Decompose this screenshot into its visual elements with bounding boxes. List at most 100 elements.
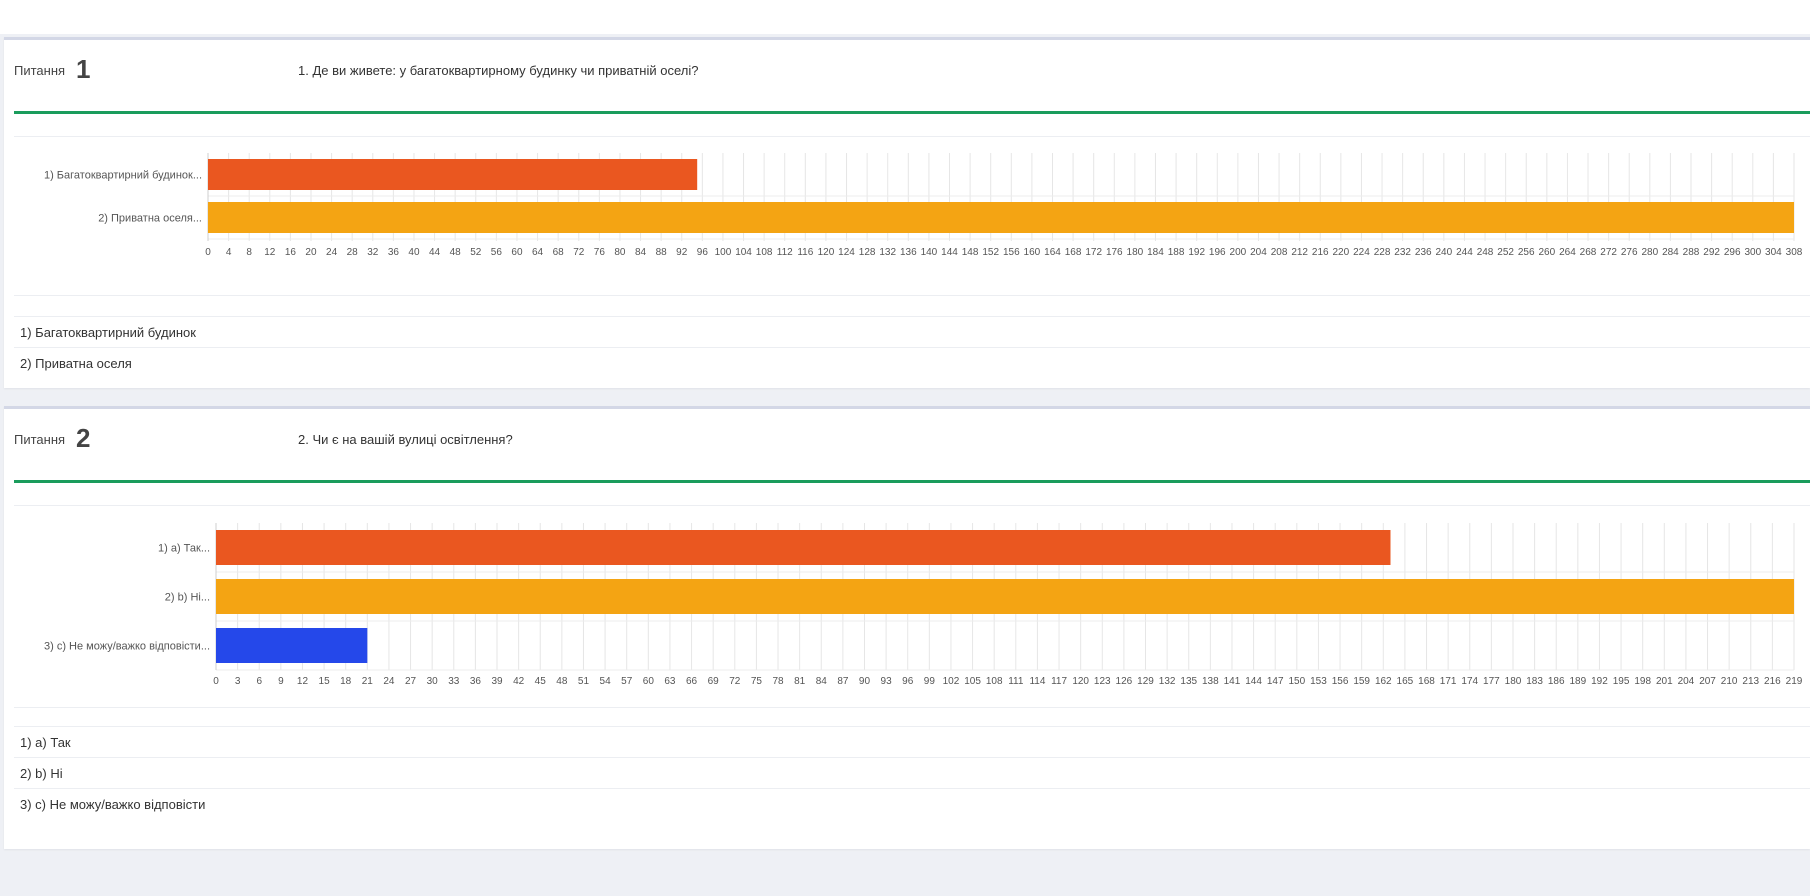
x-tick-label: 204 (1250, 247, 1267, 258)
question-number: 1 (76, 54, 91, 84)
x-tick-label: 123 (1094, 676, 1111, 687)
answer-label: 2) Приватна оселя (20, 356, 132, 371)
answer-row: 2) Приватна оселя (14, 347, 1810, 378)
answer-label: 1) a) Так (20, 735, 71, 750)
x-tick-label: 236 (1415, 247, 1432, 258)
x-tick-label: 252 (1497, 247, 1514, 258)
x-tick-label: 186 (1548, 676, 1565, 687)
x-tick-label: 96 (697, 247, 709, 258)
x-tick-label: 56 (491, 247, 503, 258)
question-text: 1. Де ви живете: у багатоквартирному буд… (298, 63, 699, 78)
x-tick-label: 88 (656, 247, 668, 258)
x-tick-label: 177 (1483, 676, 1500, 687)
x-tick-label: 84 (816, 676, 828, 687)
section-divider (14, 111, 1810, 114)
x-tick-label: 63 (664, 676, 676, 687)
x-tick-label: 0 (213, 676, 219, 687)
x-tick-label: 276 (1621, 247, 1638, 258)
x-tick-label: 32 (367, 247, 379, 258)
x-tick-label: 153 (1310, 676, 1327, 687)
x-tick-label: 189 (1569, 676, 1586, 687)
x-tick-label: 24 (383, 676, 395, 687)
x-tick-label: 198 (1634, 676, 1651, 687)
x-tick-label: 284 (1662, 247, 1679, 258)
x-tick-label: 136 (900, 247, 917, 258)
x-tick-label: 24 (326, 247, 338, 258)
x-tick-label: 87 (837, 676, 849, 687)
bar (208, 202, 1794, 233)
x-tick-label: 207 (1699, 676, 1716, 687)
question-label: Питання (14, 432, 66, 447)
answer-label: 3) c) Не можу/важко відповісти (20, 797, 206, 812)
divider (14, 505, 1810, 506)
x-tick-label: 156 (1003, 247, 1020, 258)
bar-chart-svg: 1) a) Так... 2) b) Ні... 3) c) Не можу/важ… (44, 523, 1803, 687)
answer-row: 3) c) Не можу/важко відповісти (14, 788, 1810, 819)
x-tick-label: 52 (470, 247, 482, 258)
x-tick-label: 78 (772, 676, 784, 687)
x-tick-label: 30 (427, 676, 439, 687)
x-tick-label: 164 (1044, 247, 1061, 258)
x-tick-label: 108 (756, 247, 773, 258)
x-tick-label: 165 (1397, 676, 1414, 687)
x-tick-label: 141 (1224, 676, 1241, 687)
x-tick-label: 3 (235, 676, 241, 687)
x-tick-label: 256 (1518, 247, 1535, 258)
x-tick-label: 168 (1418, 676, 1435, 687)
x-tick-label: 268 (1580, 247, 1597, 258)
category-label: 1) Багатоквартирний будинок... (44, 170, 202, 182)
x-tick-label: 96 (902, 676, 914, 687)
x-tick-label: 192 (1188, 247, 1205, 258)
answer-row: 2) b) Ні (14, 757, 1810, 788)
x-tick-label: 180 (1127, 247, 1144, 258)
question-label: Питання (14, 63, 66, 78)
x-tick-label: 244 (1456, 247, 1473, 258)
x-tick-label: 126 (1116, 676, 1133, 687)
x-tick-label: 264 (1559, 247, 1576, 258)
x-tick-label: 33 (448, 676, 460, 687)
x-tick-label: 172 (1085, 247, 1102, 258)
x-tick-label: 54 (600, 676, 612, 687)
divider (14, 707, 1810, 708)
answer-label: 2) b) Ні (20, 766, 63, 781)
x-tick-label: 212 (1291, 247, 1308, 258)
x-tick-label: 8 (246, 247, 252, 258)
x-tick-label: 111 (1008, 676, 1024, 687)
x-tick-label: 20 (305, 247, 317, 258)
x-tick-label: 224 (1353, 247, 1370, 258)
bar (208, 159, 698, 190)
question-card-1: Питання 1 1. Де ви живете: у багатокварт… (4, 37, 1810, 388)
x-tick-label: 188 (1168, 247, 1185, 258)
x-tick-label: 200 (1230, 247, 1247, 258)
answer-label: 1) Багатоквартирний будинок (20, 325, 196, 340)
x-tick-label: 208 (1271, 247, 1288, 258)
x-tick-label: 104 (735, 247, 752, 258)
x-tick-label: 48 (556, 676, 568, 687)
x-tick-label: 93 (881, 676, 893, 687)
x-tick-label: 128 (859, 247, 876, 258)
x-tick-label: 6 (256, 676, 262, 687)
x-tick-label: 100 (715, 247, 732, 258)
category-label: 1) a) Так... (158, 543, 210, 555)
x-tick-label: 124 (838, 247, 855, 258)
x-tick-label: 120 (1072, 676, 1089, 687)
x-tick-label: 120 (818, 247, 835, 258)
x-tick-label: 81 (794, 676, 806, 687)
x-tick-label: 144 (1245, 676, 1262, 687)
x-tick-label: 308 (1786, 247, 1803, 258)
x-tick-label: 129 (1137, 676, 1154, 687)
x-tick-label: 140 (921, 247, 938, 258)
x-tick-label: 135 (1180, 676, 1197, 687)
x-tick-label: 288 (1683, 247, 1700, 258)
x-tick-label: 150 (1288, 676, 1305, 687)
x-tick-label: 16 (285, 247, 297, 258)
x-tick-label: 196 (1209, 247, 1226, 258)
x-tick-label: 57 (621, 676, 633, 687)
x-tick-label: 108 (986, 676, 1003, 687)
x-tick-label: 36 (470, 676, 482, 687)
x-tick-label: 219 (1786, 676, 1803, 687)
x-tick-label: 232 (1394, 247, 1411, 258)
x-tick-label: 184 (1147, 247, 1164, 258)
x-tick-label: 174 (1461, 676, 1478, 687)
x-tick-label: 12 (297, 676, 309, 687)
